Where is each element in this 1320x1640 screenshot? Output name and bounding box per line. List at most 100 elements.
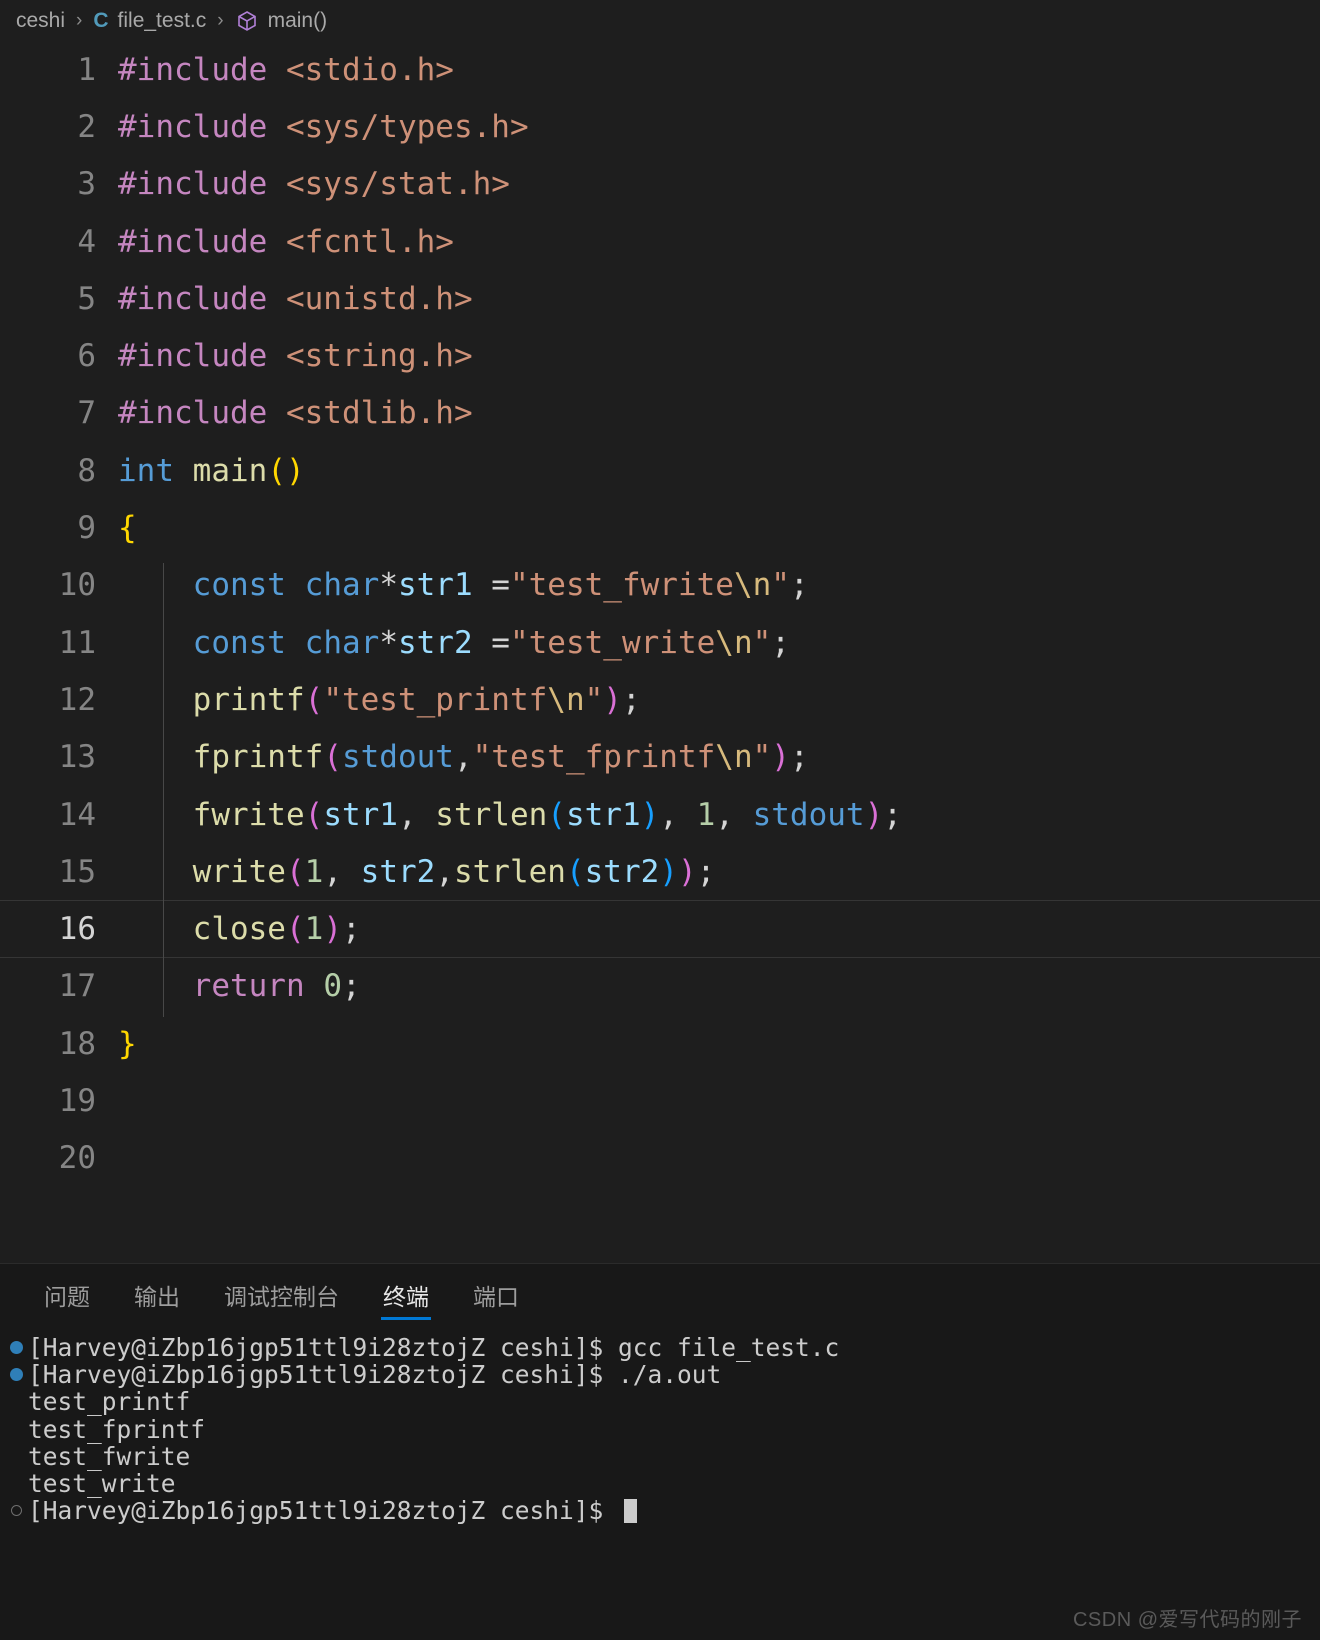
terminal-line-text: [Harvey@iZbp16jgp51ttl9i28ztojZ ceshi]$ bbox=[28, 1496, 619, 1526]
code-token: "test_write bbox=[509, 624, 716, 661]
panel-tab[interactable]: 问题 bbox=[22, 1278, 112, 1326]
code-token: stdout bbox=[341, 739, 454, 776]
code-token: str2 bbox=[360, 853, 436, 890]
code-token: , bbox=[715, 796, 753, 833]
code-line[interactable]: 17 return 0; bbox=[0, 958, 1320, 1015]
code-token: return bbox=[192, 968, 305, 1005]
terminal-line: test_write bbox=[0, 1470, 1320, 1497]
code-token: ) bbox=[864, 796, 884, 833]
code-line[interactable]: 19 bbox=[0, 1072, 1320, 1129]
csdn-watermark: CSDN @爱写代码的刚子 bbox=[1072, 1609, 1302, 1631]
code-line[interactable]: 7 #include <stdlib.h> bbox=[0, 385, 1320, 442]
code-line[interactable]: 15 write(1, str2,strlen(str2)); bbox=[0, 843, 1320, 900]
code-line[interactable]: 14 fwrite(str1, strlen(str1), 1, stdout)… bbox=[0, 786, 1320, 843]
code-line-text: #include <sys/types.h> bbox=[118, 109, 1320, 145]
line-number: 12 bbox=[58, 681, 96, 718]
terminal-line-text: test_fwrite bbox=[28, 1441, 191, 1471]
code-line[interactable]: 12 printf("test_printf\n"); bbox=[0, 671, 1320, 728]
code-token: close bbox=[192, 911, 286, 948]
code-token: ) bbox=[603, 681, 622, 718]
code-token: stdout bbox=[752, 796, 865, 833]
panel-tab[interactable]: 终端 bbox=[361, 1278, 451, 1326]
code-editor[interactable]: 1 #include <stdio.h> 2 #include <sys/types.… bbox=[0, 41, 1320, 1263]
code-token: #include bbox=[118, 51, 268, 88]
code-line[interactable]: 2 #include <sys/types.h> bbox=[0, 98, 1320, 155]
code-line-text: fprintf(stdout,"test_fprintf\n"); bbox=[118, 739, 1320, 775]
panel-tab[interactable]: 调试控制台 bbox=[202, 1278, 361, 1326]
code-token: <string.h> bbox=[285, 338, 473, 375]
line-number: 11 bbox=[58, 624, 96, 661]
code-line-text: { bbox=[118, 510, 1320, 546]
code-line[interactable]: 5 #include <unistd.h> bbox=[0, 270, 1320, 327]
code-line[interactable]: 13 fprintf(stdout,"test_fprintf\n"); bbox=[0, 729, 1320, 786]
code-token: ) bbox=[771, 739, 790, 776]
code-token: #include bbox=[118, 166, 268, 203]
code-token: ; bbox=[789, 567, 809, 604]
code-line[interactable]: 11 const char*str2 ="test_write\n"; bbox=[0, 614, 1320, 671]
code-token: } bbox=[118, 1025, 137, 1062]
code-token: <unistd.h> bbox=[285, 280, 473, 317]
code-token: , bbox=[659, 796, 697, 833]
code-line[interactable]: 18} bbox=[0, 1015, 1320, 1072]
code-token: " bbox=[752, 624, 772, 661]
line-number: 4 bbox=[77, 223, 96, 260]
panel-tab[interactable]: 端口 bbox=[451, 1278, 541, 1326]
code-token: ( bbox=[304, 681, 324, 718]
symbol-cube-icon bbox=[235, 9, 259, 33]
code-line-text: fwrite(str1, strlen(str1), 1, stdout); bbox=[118, 797, 1320, 833]
code-token: = bbox=[472, 567, 510, 604]
terminal-output[interactable]: [Harvey@iZbp16jgp51ttl9i28ztojZ ceshi]$ … bbox=[0, 1326, 1320, 1524]
panel-tab[interactable]: 输出 bbox=[112, 1278, 202, 1326]
terminal-cursor bbox=[624, 1498, 638, 1523]
code-token: "test_fwrite bbox=[509, 567, 734, 604]
code-token: ; bbox=[883, 796, 902, 833]
code-token: \n bbox=[733, 567, 772, 604]
line-number: 3 bbox=[77, 166, 96, 203]
line-number: 10 bbox=[58, 567, 96, 604]
code-line[interactable]: 6 #include <string.h> bbox=[0, 327, 1320, 384]
code-line[interactable]: 1 #include <stdio.h> bbox=[0, 41, 1320, 98]
code-line[interactable]: 20 bbox=[0, 1130, 1320, 1187]
code-line[interactable]: 4 #include <fcntl.h> bbox=[0, 213, 1320, 270]
code-token: ( bbox=[304, 796, 324, 833]
code-line[interactable]: 16 close(1); bbox=[0, 900, 1320, 958]
code-line[interactable]: 8 int main() bbox=[0, 442, 1320, 499]
code-token: fprintf bbox=[192, 739, 324, 776]
code-token: ; bbox=[789, 739, 809, 776]
breadcrumb-item-symbol[interactable]: main() bbox=[268, 9, 328, 33]
code-line[interactable]: 10 const char*str1 ="test_fwrite\n"; bbox=[0, 557, 1320, 614]
code-line-text: write(1, str2,strlen(str2)); bbox=[118, 854, 1320, 890]
breadcrumb-item-file[interactable]: file_test.c bbox=[118, 9, 207, 33]
code-token: write bbox=[192, 853, 286, 890]
breadcrumb-separator-icon: › bbox=[217, 9, 224, 31]
terminal-line-text: [Harvey@iZbp16jgp51ttl9i28ztojZ ceshi]$ … bbox=[28, 1360, 722, 1390]
code-token: str1 bbox=[565, 796, 641, 833]
code-token: * bbox=[379, 624, 398, 661]
code-line[interactable]: 9{ bbox=[0, 499, 1320, 556]
code-line[interactable]: 3 #include <sys/stat.h> bbox=[0, 156, 1320, 213]
line-number: 1 bbox=[77, 51, 96, 88]
code-line-text: #include <stdio.h> bbox=[118, 52, 1320, 88]
code-line-text: return 0; bbox=[118, 968, 1320, 1004]
line-number: 9 bbox=[77, 510, 96, 547]
code-token: <stdlib.h> bbox=[285, 395, 473, 432]
panel-tab-bar: 问题 输出 调试控制台 终端 端口 bbox=[0, 1264, 1320, 1326]
code-token: 1 bbox=[304, 911, 324, 948]
code-token: , bbox=[453, 739, 473, 776]
breadcrumb-item-folder[interactable]: ceshi bbox=[16, 9, 65, 33]
line-number: 15 bbox=[58, 853, 96, 890]
code-token: " bbox=[752, 739, 772, 776]
code-line-text: printf("test_printf\n"); bbox=[118, 682, 1320, 718]
terminal-line: test_fprintf bbox=[0, 1415, 1320, 1442]
